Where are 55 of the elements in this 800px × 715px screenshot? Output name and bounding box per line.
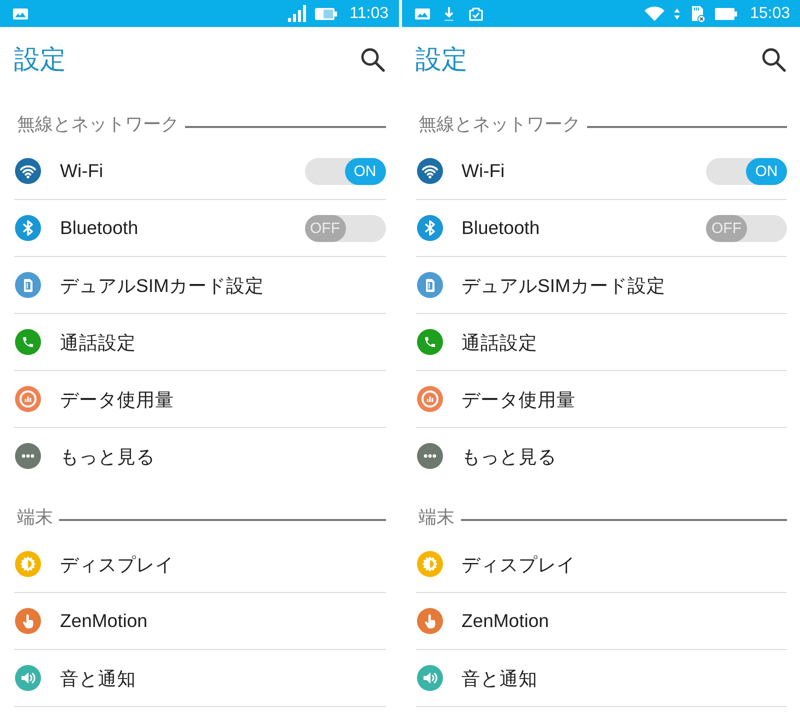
settings-item[interactable]: 通話設定 bbox=[462, 330, 538, 354]
sim-card-icon bbox=[416, 272, 442, 298]
more-icon bbox=[416, 443, 442, 469]
data-usage-icon bbox=[416, 386, 442, 412]
section-header: 無線とネットワーク bbox=[17, 113, 179, 135]
hand-pointer-icon bbox=[15, 608, 41, 634]
bluetooth-icon bbox=[15, 215, 41, 241]
status-time: 11:03 bbox=[350, 4, 388, 22]
clipboard-check-icon bbox=[468, 6, 484, 21]
hand-pointer-icon bbox=[416, 608, 442, 634]
search-icon[interactable] bbox=[761, 46, 786, 72]
settings-item[interactable]: データ使用量 bbox=[462, 386, 576, 412]
bluetooth-icon bbox=[416, 215, 442, 241]
settings-item[interactable]: ZenMotion bbox=[462, 610, 549, 632]
image-icon bbox=[13, 8, 28, 20]
status-time: 15:03 bbox=[750, 4, 790, 22]
settings-item[interactable]: もっと見る bbox=[60, 444, 155, 468]
wifi-icon bbox=[15, 158, 41, 184]
page-title: 設定 bbox=[14, 42, 66, 76]
settings-item[interactable]: ZenMotion bbox=[60, 610, 148, 632]
brightness-icon bbox=[416, 551, 442, 577]
wifi-icon bbox=[416, 158, 442, 184]
battery-icon bbox=[314, 8, 337, 20]
settings-item[interactable]: Bluetooth bbox=[60, 217, 138, 239]
sim-card-icon bbox=[15, 272, 41, 298]
settings-item[interactable]: 音と通知 bbox=[60, 666, 136, 690]
settings-item[interactable]: ディスプレイ bbox=[60, 552, 174, 576]
section-header: 端末 bbox=[17, 506, 53, 528]
settings-item[interactable]: データ使用量 bbox=[60, 386, 174, 412]
settings-item[interactable]: Wi-Fi bbox=[462, 160, 505, 182]
speaker-icon bbox=[15, 665, 41, 691]
speaker-icon bbox=[416, 665, 442, 691]
data-usage-icon bbox=[15, 386, 41, 412]
wifi-signal-icon bbox=[644, 6, 665, 21]
brightness-icon bbox=[15, 551, 41, 577]
data-arrows-icon bbox=[674, 8, 680, 20]
battery-full-icon bbox=[714, 8, 737, 20]
signal-icon bbox=[288, 5, 306, 22]
settings-item[interactable]: デュアルSIMカード設定 bbox=[60, 272, 264, 298]
download-icon bbox=[444, 6, 454, 22]
phone-icon bbox=[416, 329, 442, 355]
phone-icon bbox=[15, 329, 41, 355]
page-title: 設定 bbox=[416, 42, 468, 76]
section-header: 端末 bbox=[418, 506, 454, 528]
search-icon[interactable] bbox=[360, 46, 384, 72]
settings-item[interactable]: 音と通知 bbox=[462, 666, 538, 690]
more-icon bbox=[15, 443, 41, 469]
settings-item[interactable]: Wi-Fi bbox=[60, 160, 104, 182]
section-header: 無線とネットワーク bbox=[418, 113, 580, 135]
settings-item[interactable]: 通話設定 bbox=[60, 330, 136, 354]
settings-item[interactable]: ディスプレイ bbox=[462, 552, 576, 576]
settings-item[interactable]: もっと見る bbox=[462, 444, 556, 468]
image-icon bbox=[414, 8, 430, 20]
settings-item[interactable]: Bluetooth bbox=[462, 217, 540, 239]
settings-item[interactable]: デュアルSIMカード設定 bbox=[462, 272, 666, 298]
